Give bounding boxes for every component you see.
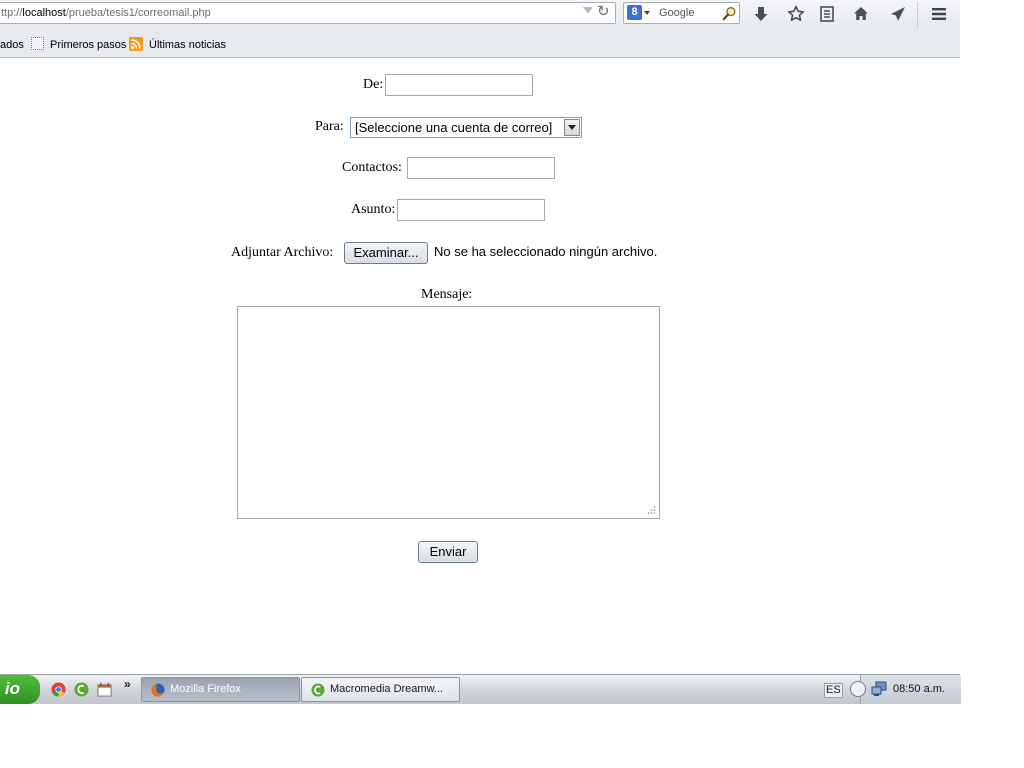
search-icon[interactable] — [722, 6, 737, 21]
chrome-icon[interactable] — [51, 682, 66, 697]
file-status-text: No se ha seleccionado ningún archivo. — [434, 244, 658, 259]
reload-icon[interactable]: ↻ — [597, 2, 610, 22]
browser-nav-bar: ttp://localhost/prueba/tesis1/correomail… — [0, 0, 960, 30]
para-select[interactable]: [Seleccione una cuenta de correo] — [350, 117, 582, 138]
url-history-dropdown-icon[interactable] — [583, 7, 593, 14]
bookmark-item[interactable]: ados — [0, 38, 24, 52]
language-indicator[interactable]: ES — [824, 683, 843, 698]
os-taskbar: io » Mozilla Firefox Macromedia Dreamw..… — [0, 674, 961, 704]
bookmark-star-icon[interactable] — [786, 4, 806, 24]
dreamweaver-icon — [311, 683, 325, 697]
bookmark-item[interactable]: Primeros pasos — [50, 38, 126, 52]
download-icon[interactable] — [751, 4, 771, 24]
bookmarks-list-icon[interactable] — [817, 4, 837, 24]
start-button[interactable]: io — [0, 675, 40, 704]
calendar-icon[interactable] — [97, 682, 112, 697]
bookmarks-toolbar: ados Primeros pasos Últimas noticias — [0, 30, 960, 58]
resize-grip-icon[interactable] — [646, 505, 656, 515]
url-path: /prueba/tesis1/correomail.php — [65, 7, 211, 19]
examinar-button[interactable]: Examinar... — [344, 242, 428, 264]
tray-expand-icon[interactable] — [850, 681, 866, 697]
de-input[interactable] — [385, 74, 533, 96]
system-clock: 08:50 a.m. — [893, 683, 945, 695]
network-icon[interactable] — [871, 681, 887, 697]
url-bar[interactable]: ttp://localhost/prueba/tesis1/correomail… — [0, 2, 616, 24]
adjuntar-label: Adjuntar Archivo: — [231, 245, 334, 260]
para-selected-value: [Seleccione una cuenta de correo] — [355, 120, 553, 135]
dreamweaver-icon[interactable] — [74, 682, 89, 697]
bookmark-item[interactable]: Últimas noticias — [149, 38, 226, 52]
toolbar-separator — [917, 2, 918, 28]
menu-icon[interactable] — [929, 4, 949, 24]
mensaje-label: Mensaje: — [421, 287, 473, 302]
search-placeholder: Google — [659, 7, 695, 19]
chevron-down-icon[interactable] — [564, 119, 580, 136]
search-bar[interactable]: 8 Google — [623, 2, 740, 24]
mensaje-textarea[interactable] — [237, 306, 660, 519]
taskbar-item-dreamweaver[interactable]: Macromedia Dreamw... — [301, 677, 460, 702]
enviar-button[interactable]: Enviar — [418, 541, 478, 563]
asunto-input[interactable] — [397, 199, 545, 221]
taskbar-item-label: Mozilla Firefox — [170, 683, 241, 695]
home-icon[interactable] — [851, 4, 871, 24]
url-host: localhost — [22, 7, 66, 19]
de-label: De: — [363, 77, 384, 92]
quicklaunch-more-icon[interactable]: » — [124, 677, 131, 691]
para-label: Para: — [315, 119, 344, 134]
taskbar-item-label: Macromedia Dreamw... — [330, 683, 444, 695]
rss-feed-icon[interactable] — [129, 37, 143, 51]
social-share-icon[interactable] — [888, 4, 908, 24]
chevron-down-icon[interactable] — [644, 11, 650, 15]
google-engine-icon[interactable]: 8 — [627, 5, 642, 20]
firefox-icon — [151, 683, 165, 697]
contactos-input[interactable] — [407, 157, 555, 179]
url-prefix: ttp:// — [1, 7, 23, 19]
taskbar-item-firefox[interactable]: Mozilla Firefox — [141, 677, 300, 702]
contactos-label: Contactos: — [342, 160, 402, 175]
mail-form: De: Para: [Seleccione una cuenta de corr… — [0, 58, 960, 674]
bookmark-page-icon[interactable] — [31, 37, 44, 50]
asunto-label: Asunto: — [351, 202, 396, 217]
